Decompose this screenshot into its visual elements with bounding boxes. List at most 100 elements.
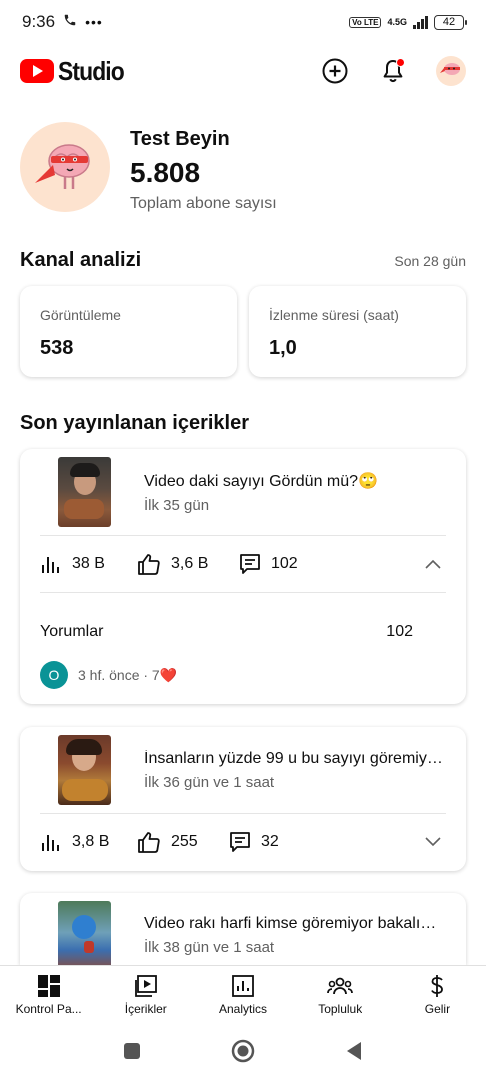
nav-content[interactable]: İçerikler (97, 966, 194, 1025)
like-icon (138, 832, 160, 853)
notification-badge (396, 58, 405, 67)
video-age: İlk 36 gün ve 1 saat (144, 773, 275, 791)
expand-button[interactable] (424, 836, 442, 848)
youtube-studio-logo[interactable]: Studio (20, 56, 133, 87)
nav-dashboard[interactable]: Kontrol Pa... (0, 966, 97, 1025)
signal-icon (413, 15, 428, 29)
views-icon (42, 835, 59, 851)
brain-mascot-icon (35, 144, 90, 189)
watch-time-label: İzlenme süresi (saat) (269, 307, 399, 323)
comments-section[interactable]: Yorumlar 102 (20, 609, 466, 655)
video-thumbnail[interactable] (58, 457, 111, 527)
views-card[interactable]: Görüntüleme 538 (20, 286, 237, 377)
video-title: İnsanların yüzde 99 u bu sayıyı göremiyo… (144, 749, 444, 767)
recent-header: Son yayınlanan içerikler (20, 412, 466, 435)
recents-button[interactable] (123, 1042, 141, 1065)
more-notifications-icon: ••• (85, 14, 103, 30)
analytics-icon (232, 975, 254, 997)
status-time: 9:36 (22, 12, 56, 31)
views-label: Görüntüleme (40, 307, 121, 323)
channel-name: Test Beyin (130, 128, 230, 150)
video-card: Video rakı harfi kimse göremiyor bakalım… (20, 893, 466, 965)
nav-analytics[interactable]: Analytics (194, 966, 291, 1025)
subscriber-count: 5.808 (130, 157, 201, 188)
divider (40, 592, 446, 593)
status-bar: 9:36 ••• Vo LTE 4.5G 42 (0, 0, 486, 44)
analytics-header: Kanal analizi Son 28 gün (20, 249, 466, 272)
video-card: Video daki sayıyı Gördün mü?🙄 İlk 35 gün… (20, 449, 466, 704)
views-value: 538 (40, 337, 74, 359)
network-type: 4.5G (387, 16, 407, 27)
video-row[interactable]: Video rakı harfi kimse göremiyor bakalım… (20, 893, 466, 965)
comment-meta: 3 hf. önce · 7❤️ (78, 666, 178, 683)
video-age: İlk 35 gün (144, 496, 210, 514)
comments-count: 32 (261, 833, 279, 850)
watch-time-value: 1,0 (269, 337, 297, 359)
top-app-bar: Studio (0, 48, 486, 94)
subscriber-label: Toplam abone sayısı (130, 195, 277, 212)
views-stat: 38 B (40, 554, 137, 574)
nav-community[interactable]: Topluluk (292, 966, 389, 1025)
account-avatar[interactable] (436, 56, 466, 86)
youtube-play-icon (20, 59, 54, 83)
battery-level: 42 (442, 16, 456, 28)
latest-comment[interactable]: O 3 hf. önce · 7❤️ (20, 655, 466, 695)
chevron-up-icon (425, 559, 441, 569)
analytics-period: Son 28 gün (394, 253, 466, 269)
video-stats: 38 B 3,6 B 102 (20, 536, 466, 592)
recent-title: Son yayınlanan içerikler (20, 412, 249, 434)
analytics-title: Kanal analizi (20, 249, 142, 271)
comment-icon (230, 832, 250, 852)
battery-icon: 42 (434, 14, 467, 30)
likes-count: 255 (171, 833, 198, 850)
comments-count: 102 (271, 555, 298, 572)
community-icon (327, 977, 354, 995)
video-age: İlk 38 gün ve 1 saat (144, 939, 275, 956)
video-row[interactable]: Video daki sayıyı Gördün mü?🙄 İlk 35 gün (20, 449, 466, 535)
home-button[interactable] (231, 1039, 255, 1068)
nav-label: Analytics (218, 1002, 268, 1016)
home-circle-icon (231, 1039, 255, 1062)
likes-count: 3,6 B (171, 555, 209, 572)
dollar-icon (431, 975, 444, 997)
channel-header: Test Beyin 5.808 Toplam abone sayısı (20, 122, 277, 213)
comments-stat: 102 (239, 553, 298, 575)
content-icon (134, 975, 157, 997)
create-button[interactable] (320, 56, 350, 86)
volte-badge: Vo LTE (349, 16, 382, 28)
video-row[interactable]: İnsanların yüzde 99 u bu sayıyı göremiyo… (20, 727, 466, 813)
video-thumbnail[interactable] (58, 901, 111, 965)
bottom-navigation: Kontrol Pa... İçerikler Analytics Toplul… (0, 965, 486, 1025)
channel-avatar[interactable] (20, 122, 110, 212)
square-icon (124, 1042, 140, 1059)
nav-label: Topluluk (318, 1002, 363, 1016)
views-count: 3,8 B (72, 833, 110, 850)
video-card: İnsanların yüzde 99 u bu sayıyı göremiyo… (20, 727, 466, 871)
back-button[interactable] (345, 1041, 363, 1066)
views-icon (42, 557, 59, 573)
back-triangle-icon (347, 1041, 361, 1060)
views-stat: 3,8 B (40, 832, 137, 852)
watch-time-card[interactable]: İzlenme süresi (saat) 1,0 (249, 286, 466, 377)
video-stats: 3,8 B 255 32 (20, 814, 466, 870)
chevron-down-icon (425, 837, 441, 847)
comments-label: Yorumlar (40, 623, 104, 640)
video-title: Video rakı harfi kimse göremiyor bakalım… (144, 915, 444, 932)
nav-earn[interactable]: Gelir (389, 966, 486, 1025)
video-title: Video daki sayıyı Gördün mü?🙄 (144, 472, 378, 490)
create-icon (322, 58, 348, 84)
system-navigation (0, 1026, 486, 1080)
comments-stat: 32 (229, 831, 279, 853)
comment-avatar: O (40, 661, 68, 689)
video-thumbnail[interactable] (58, 735, 111, 805)
collapse-button[interactable] (424, 558, 442, 570)
comment-icon (240, 554, 260, 574)
nav-label: Gelir (424, 1002, 451, 1016)
dashboard-icon (37, 975, 60, 997)
comments-total: 102 (386, 623, 413, 640)
like-icon (138, 554, 160, 575)
wifi-call-icon (63, 13, 77, 32)
views-count: 38 B (72, 555, 105, 572)
likes-stat: 255 (137, 831, 229, 853)
notifications-button[interactable] (378, 56, 408, 86)
